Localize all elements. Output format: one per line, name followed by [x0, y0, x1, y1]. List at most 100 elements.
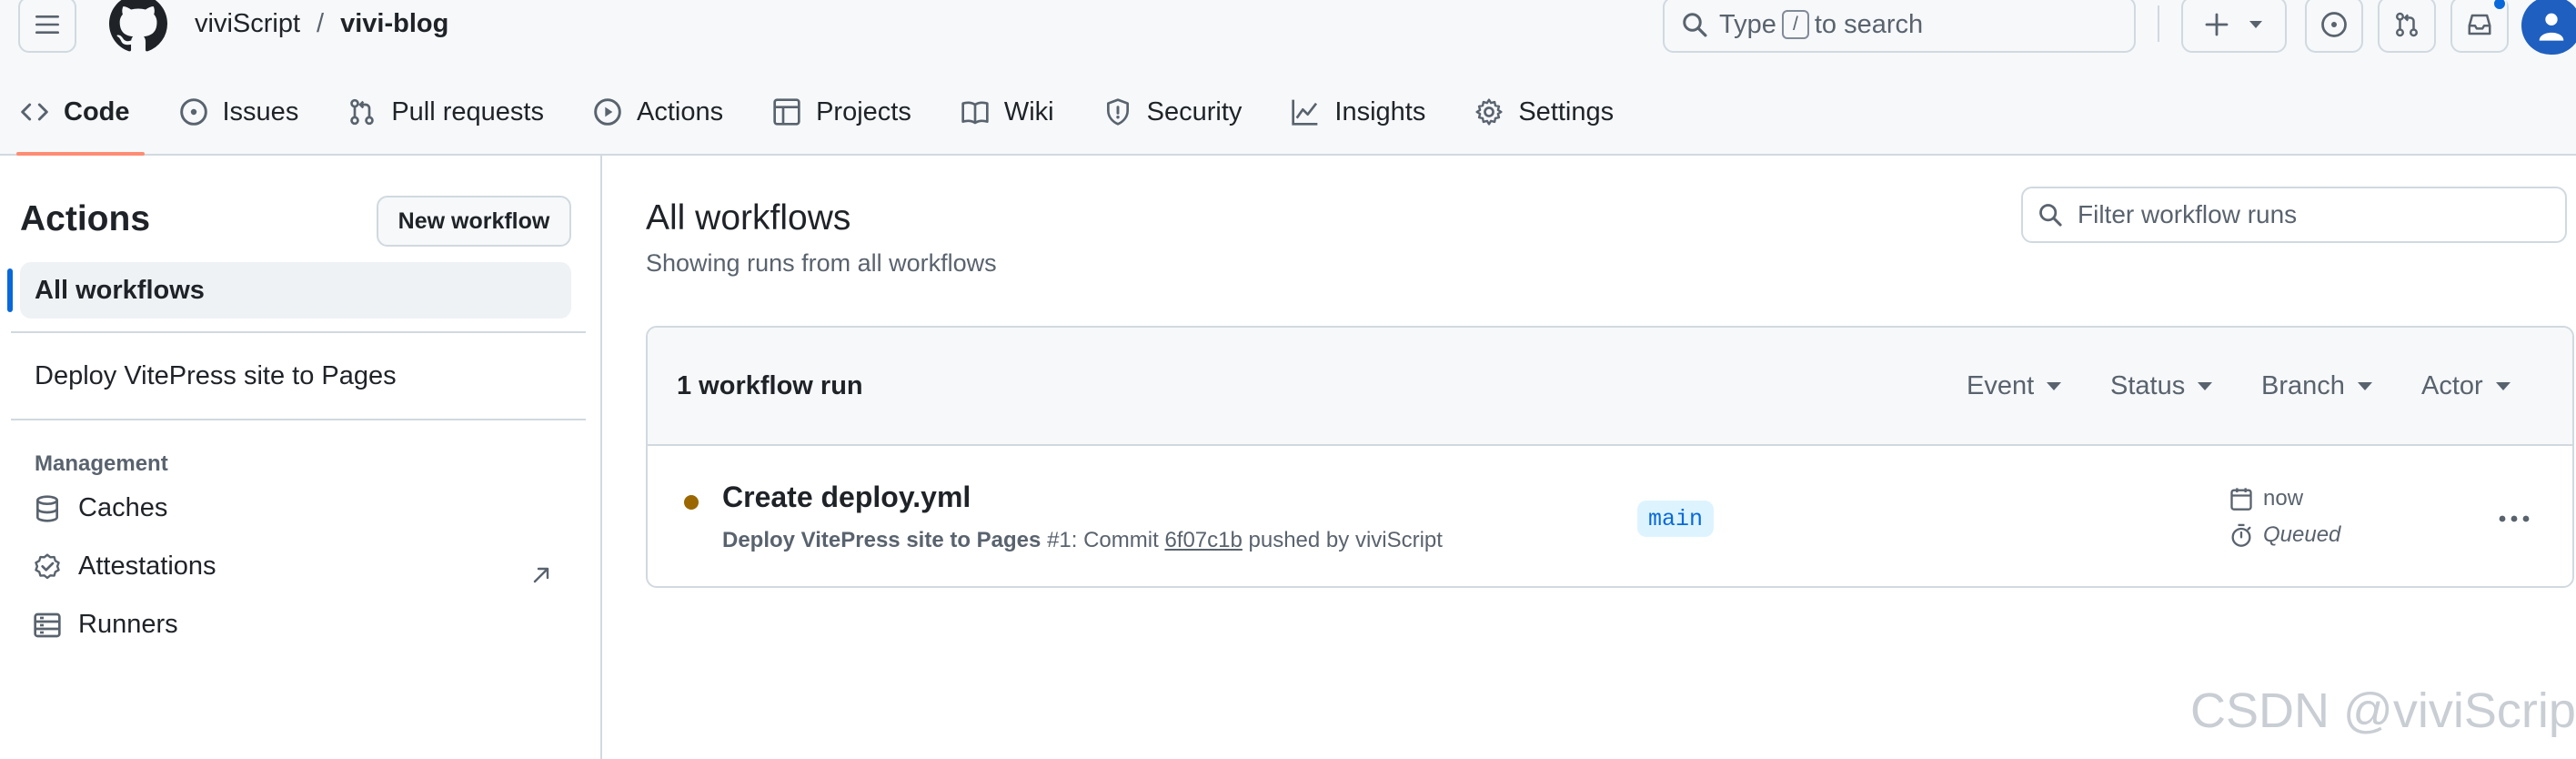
run-title-link[interactable]: Create deploy.yml	[722, 481, 971, 514]
tab-insights[interactable]: Insights	[1271, 87, 1440, 137]
tab-code[interactable]: Code	[0, 87, 145, 156]
filter-label: Status	[2110, 371, 2186, 400]
github-logo-icon[interactable]	[109, 0, 167, 53]
workflow-run-row[interactable]: Create deploy.yml Deploy VitePress site …	[648, 446, 2572, 586]
code-icon	[21, 103, 48, 121]
run-options-button[interactable]	[2496, 501, 2532, 537]
issue-icon	[179, 98, 207, 126]
tab-label: Code	[64, 96, 130, 126]
breadcrumb-separator: /	[317, 9, 325, 38]
run-count: 1 workflow run	[677, 371, 863, 400]
sidebar-divider	[11, 419, 586, 420]
caret-down-icon	[2357, 382, 2372, 390]
branch-filter-dropdown[interactable]: Branch	[2261, 371, 2372, 401]
avatar-figure-icon	[2539, 13, 2564, 41]
tab-actions[interactable]: Actions	[573, 87, 738, 137]
repo-tabs: Code Issues Pull requests Actions Projec…	[0, 87, 1643, 156]
branch-badge[interactable]: main	[1637, 501, 1715, 537]
graph-icon	[1292, 99, 1318, 126]
calendar-icon	[2230, 488, 2252, 511]
filter-placeholder: Filter workflow runs	[2078, 200, 2298, 228]
sidebar-item-runners[interactable]: Runners	[33, 610, 178, 640]
commit-prefix: : Commit	[1071, 528, 1159, 552]
verified-icon	[35, 552, 60, 579]
play-icon	[594, 98, 621, 126]
tab-projects[interactable]: Projects	[752, 87, 926, 137]
run-meta: Deploy VitePress site to Pages #1: Commi…	[722, 528, 1443, 553]
tab-security[interactable]: Security	[1083, 87, 1257, 137]
event-filter-dropdown[interactable]: Event	[1967, 371, 2062, 401]
issues-shortcut-button[interactable]	[2305, 0, 2363, 53]
search-prefix-text: Type	[1719, 9, 1776, 39]
header-divider	[2158, 5, 2159, 42]
commit-sha-link[interactable]: 6f07c1b	[1164, 528, 1242, 552]
owner-link[interactable]: viviScript	[195, 9, 300, 39]
runs-list-header: 1 workflow run Event Status Branch Actor	[648, 328, 2572, 446]
tab-issues[interactable]: Issues	[159, 87, 314, 137]
book-icon	[961, 101, 989, 125]
sidebar-item-attestations[interactable]: Attestations	[33, 552, 216, 582]
tab-label: Settings	[1518, 96, 1615, 126]
run-status: Queued	[2229, 522, 2340, 548]
sidebar-item-all-workflows[interactable]: All workflows	[20, 262, 571, 319]
git-pull-request-icon	[2396, 12, 2418, 37]
create-new-button[interactable]	[2181, 0, 2287, 53]
selected-item-marker	[7, 268, 13, 312]
actor-filter-dropdown[interactable]: Actor	[2421, 371, 2511, 401]
shield-icon	[1106, 98, 1129, 126]
actions-sidebar: Actions New workflow All workflows Deplo…	[0, 156, 602, 759]
status-filter-dropdown[interactable]: Status	[2110, 371, 2213, 401]
filter-workflow-runs-input[interactable]: Filter workflow runs	[2021, 187, 2567, 243]
stopwatch-icon	[2231, 523, 2251, 547]
server-icon	[34, 612, 61, 637]
new-workflow-button[interactable]: New workflow	[377, 196, 571, 247]
search-icon	[2039, 204, 2062, 227]
run-workflow-name: Deploy VitePress site to Pages	[722, 528, 1041, 552]
kebab-horizontal-icon	[2499, 515, 2530, 522]
slash-key-hint: /	[1781, 10, 1809, 39]
filter-label: Event	[1967, 371, 2035, 400]
user-avatar[interactable]	[2521, 0, 2576, 55]
sidebar-item-label: Runners	[78, 610, 178, 639]
pull-requests-shortcut-button[interactable]	[2378, 0, 2436, 53]
database-icon	[36, 494, 58, 522]
tab-wiki[interactable]: Wiki	[941, 87, 1069, 137]
breadcrumb: viviScript / vivi-blog	[195, 9, 448, 39]
tab-label: Issues	[222, 96, 299, 126]
tab-pull-requests[interactable]: Pull requests	[327, 87, 558, 137]
workflow-runs-list: 1 workflow run Event Status Branch Actor…	[646, 326, 2574, 588]
watermark: CSDN @viviScript	[2190, 683, 2576, 738]
sidebar-item-deploy-workflow[interactable]: Deploy VitePress site to Pages	[35, 361, 397, 391]
filter-label: Branch	[2261, 371, 2345, 400]
management-heading: Management	[35, 451, 168, 476]
plus-icon	[2205, 13, 2229, 36]
run-number: #1	[1047, 528, 1072, 552]
search-icon	[1683, 13, 1707, 37]
menu-button[interactable]	[18, 0, 76, 53]
search-suffix-text: to search	[1814, 9, 1924, 39]
tab-label: Insights	[1334, 96, 1426, 126]
repo-link[interactable]: vivi-blog	[340, 9, 448, 39]
pull-request-icon	[350, 98, 375, 126]
table-icon	[773, 98, 800, 126]
sidebar-item-label: Caches	[78, 493, 168, 522]
queued-status-dot	[684, 495, 699, 510]
arrow-up-right-icon	[533, 567, 549, 583]
tab-label: Security	[1146, 96, 1243, 126]
sidebar-title: Actions	[20, 199, 151, 238]
caret-down-icon	[2198, 382, 2213, 390]
inbox-icon	[2468, 14, 2491, 35]
tab-label: Wiki	[1003, 96, 1054, 126]
sidebar-divider	[11, 331, 586, 333]
global-search-input[interactable]: Type / to search	[1663, 0, 2136, 53]
sidebar-item-caches[interactable]: Caches	[33, 493, 167, 523]
filter-label: Actor	[2421, 371, 2483, 400]
gear-icon	[1475, 98, 1503, 126]
pushed-by-text: pushed by viviScript	[1248, 528, 1443, 552]
tab-settings[interactable]: Settings	[1454, 87, 1628, 137]
caret-down-icon	[2249, 21, 2262, 28]
sidebar-item-label: Attestations	[78, 552, 216, 581]
repo-header: viviScript / vivi-blog Type / to search	[0, 0, 2576, 156]
caret-down-icon	[2495, 382, 2511, 390]
run-status-text: Queued	[2263, 522, 2341, 547]
